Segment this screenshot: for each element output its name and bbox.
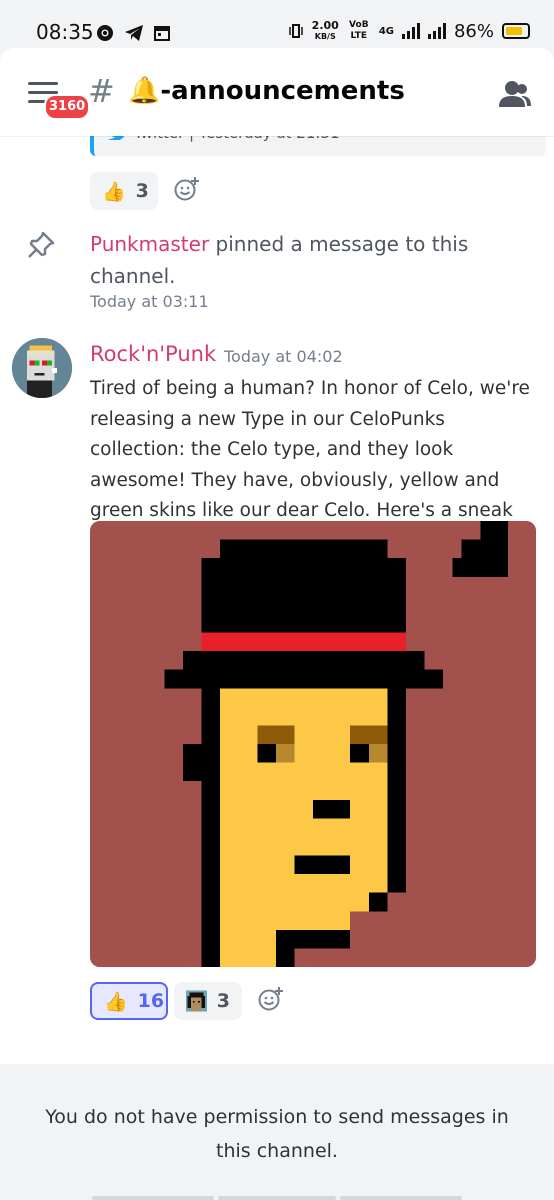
channel-header: 3160 # 🔔-announcements xyxy=(0,48,554,136)
system-message-author[interactable]: Punkmaster xyxy=(90,232,209,256)
net-speed: 2.00 KB/S xyxy=(312,20,339,42)
signal-icon xyxy=(401,23,420,39)
telegram-icon xyxy=(125,25,143,41)
pin-icon xyxy=(28,231,55,258)
footer-tab-bar xyxy=(218,1196,336,1200)
battery-percent: 86% xyxy=(453,20,494,42)
attachment-image[interactable] xyxy=(90,521,536,967)
calendar-icon xyxy=(154,26,170,41)
system-message-time: Today at 03:11 xyxy=(90,292,209,311)
message-author[interactable]: Rock'n'Punk xyxy=(90,342,216,366)
net-speed-unit: KB/S xyxy=(314,32,336,41)
status-time: 08:35 xyxy=(36,20,94,44)
volte-indicator: VoB LTE xyxy=(349,20,369,41)
reaction-punk-emoji[interactable]: 3 xyxy=(174,982,242,1020)
channel-hash-icon: # xyxy=(88,72,115,110)
reaction-emoji: 👍 xyxy=(104,990,128,1013)
reaction-emoji: 👍 xyxy=(102,180,126,203)
celo-punk-image xyxy=(90,521,536,967)
punk-avatar-image xyxy=(12,338,72,398)
chrome-icon xyxy=(97,25,113,41)
vibrate-icon xyxy=(288,24,303,38)
no-permission-footer: You do not have permission to send messa… xyxy=(0,1064,554,1200)
no-permission-notice: You do not have permission to send messa… xyxy=(45,1106,509,1162)
signal-2-icon xyxy=(427,23,446,39)
members-icon[interactable] xyxy=(498,80,532,108)
punk-emoji-icon xyxy=(186,990,207,1012)
status-system-icons: 2.00 KB/S VoB LTE 4G 86% xyxy=(288,20,530,42)
battery-icon xyxy=(502,23,530,39)
unread-mentions-badge: 3160 xyxy=(44,94,91,120)
channel-title[interactable]: 🔔-announcements xyxy=(128,76,405,106)
footer-tab-bar xyxy=(92,1196,214,1200)
avatar[interactable] xyxy=(12,338,72,398)
system-message: Punkmaster pinned a message to this chan… xyxy=(90,228,510,292)
network-type: 4G xyxy=(378,25,394,37)
footer-tab-bar xyxy=(340,1196,462,1200)
reaction-thumbs-up[interactable]: 👍 3 xyxy=(90,172,158,210)
reaction-count: 3 xyxy=(135,180,149,202)
status-notification-icons xyxy=(96,24,170,42)
add-reaction-icon[interactable] xyxy=(174,176,200,202)
message-time: Today at 04:02 xyxy=(224,347,343,366)
reaction-thumbs-up[interactable]: 👍 16 xyxy=(90,982,168,1020)
reaction-count: 3 xyxy=(216,990,230,1012)
net-speed-value: 2.00 xyxy=(311,19,339,32)
reaction-count: 16 xyxy=(137,990,165,1012)
add-reaction-icon[interactable] xyxy=(258,986,284,1012)
